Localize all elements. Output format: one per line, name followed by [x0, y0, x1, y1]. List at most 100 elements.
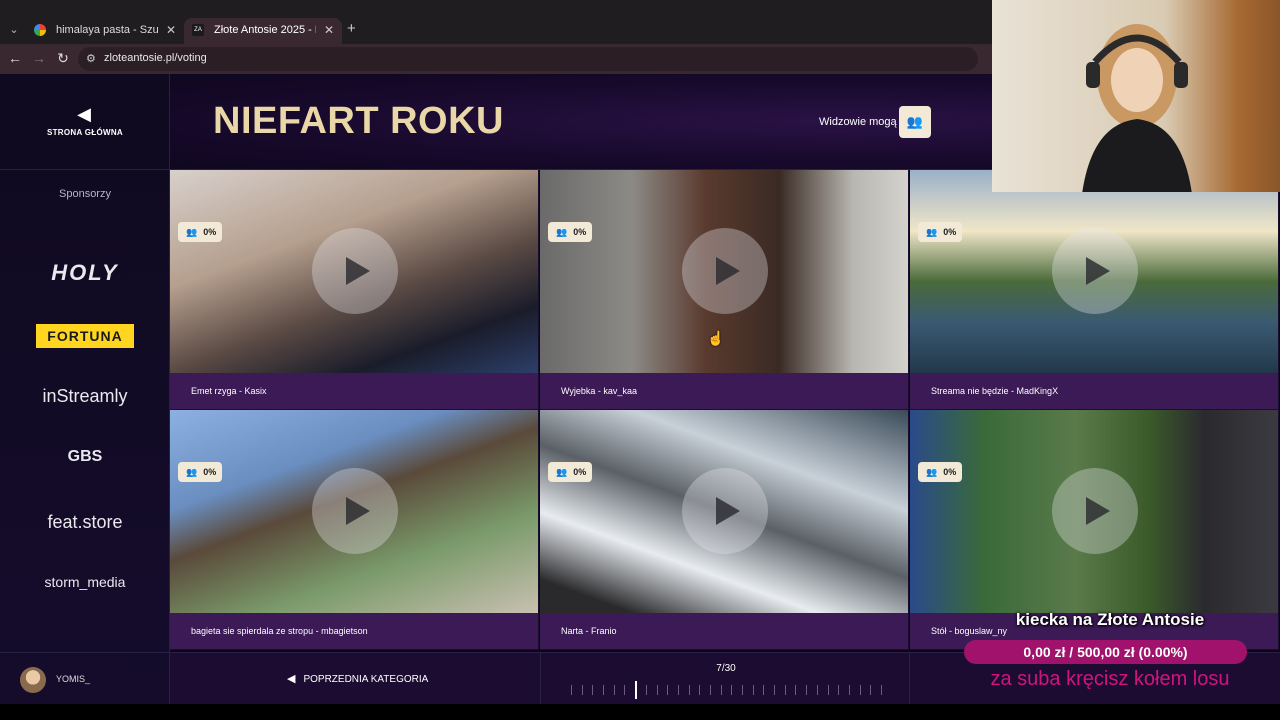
- tab-title: Złote Antosie 2025 - Największ: [214, 24, 316, 36]
- new-tab-plus-icon[interactable]: +: [347, 20, 356, 37]
- page-tick[interactable]: [699, 685, 700, 695]
- clip-card[interactable]: 👥 0% Narta - Franio: [540, 410, 909, 650]
- clip-title: Emet rzyga - Kasix: [170, 373, 538, 409]
- page-tick[interactable]: [667, 685, 668, 695]
- sponsor-featstore-logo[interactable]: feat.store: [0, 512, 170, 533]
- site-info-icon[interactable]: ⚙: [86, 52, 96, 65]
- forward-arrow-icon[interactable]: →: [30, 50, 48, 66]
- vote-percent-badge: 👥 0%: [918, 222, 962, 242]
- page-counter: 7/30: [716, 663, 736, 674]
- clip-card[interactable]: 👥 0% Streama nie będzie - MadKingX: [910, 170, 1279, 410]
- sponsor-stormmedia-logo[interactable]: storm_media: [0, 574, 170, 590]
- vote-percent-badge: 👥 0%: [178, 222, 222, 242]
- sponsor-instreamly-logo[interactable]: inStreamly: [0, 386, 170, 407]
- page-tick[interactable]: [592, 685, 593, 695]
- play-icon[interactable]: [1052, 228, 1138, 314]
- site-favicon-icon: ZA: [192, 24, 204, 36]
- browser-tab-zloteantosie[interactable]: ZA Złote Antosie 2025 - Największ ✕: [184, 18, 342, 44]
- users-icon: 👥: [926, 467, 938, 477]
- play-icon[interactable]: [682, 468, 768, 554]
- donation-progress-bar: 0,00 zł / 500,00 zł (0.00%): [964, 640, 1247, 664]
- page-tick[interactable]: [795, 685, 796, 695]
- page-tick[interactable]: [828, 685, 829, 695]
- page-tick[interactable]: [582, 685, 583, 695]
- previous-category-button[interactable]: ◀ POPRZEDNIA KATEGORIA: [287, 672, 428, 685]
- tab-title: himalaya pasta - Szukaj w Goog: [56, 24, 158, 36]
- users-icon: 👥: [556, 467, 568, 477]
- page-tick[interactable]: [689, 685, 690, 695]
- page-tick[interactable]: [721, 685, 722, 695]
- page-tick[interactable]: [731, 685, 732, 695]
- url-field[interactable]: ⚙ zloteantosie.pl/voting: [78, 47, 978, 71]
- users-icon: 👥: [186, 467, 198, 477]
- sidebar: ◀ STRONA GŁÓWNA Sponsorzy HOLY FORTUNA i…: [0, 74, 170, 704]
- browser-tab-google[interactable]: himalaya pasta - Szukaj w Goog ✕: [26, 18, 184, 44]
- sponsor-gbs-logo[interactable]: GBS: [0, 448, 170, 466]
- donation-subtitle: za suba kręcisz kołem losu: [990, 668, 1230, 690]
- viewers-users-icon[interactable]: 👥: [899, 106, 931, 138]
- clip-title: Wyjebka - kav_kaa: [540, 373, 908, 409]
- page-tick[interactable]: [624, 685, 625, 695]
- page-tick[interactable]: [774, 685, 775, 695]
- left-arrow-icon: ◀: [77, 104, 91, 124]
- clip-card[interactable]: 👥 0% Wyjebka - kav_kaa: [540, 170, 909, 410]
- users-icon: 👥: [556, 227, 568, 237]
- page-tick[interactable]: [881, 685, 882, 695]
- play-icon[interactable]: [312, 228, 398, 314]
- clip-title: bagieta sie spierdala ze stropu - mbagie…: [170, 613, 538, 649]
- left-arrow-icon: ◀: [287, 673, 296, 685]
- back-arrow-icon[interactable]: ←: [6, 50, 24, 66]
- users-icon: 👥: [186, 227, 198, 237]
- username: YOMIS_: [56, 674, 91, 684]
- users-icon: 👥: [926, 227, 938, 237]
- vote-percent-badge: 👥 0%: [548, 462, 592, 482]
- page-tick[interactable]: [646, 685, 647, 695]
- page-tick[interactable]: [571, 685, 572, 695]
- page-tick[interactable]: [849, 685, 850, 695]
- page-tick[interactable]: [753, 685, 754, 695]
- page-tick[interactable]: [710, 685, 711, 695]
- page-tick[interactable]: [635, 681, 637, 699]
- play-icon[interactable]: [1052, 468, 1138, 554]
- webcam-overlay: [992, 0, 1280, 192]
- page-tick[interactable]: [870, 685, 871, 695]
- page-tick[interactable]: [742, 685, 743, 695]
- page-tick[interactable]: [763, 685, 764, 695]
- avatar: [20, 667, 46, 693]
- page-tick[interactable]: [838, 685, 839, 695]
- page-tick[interactable]: [603, 685, 604, 695]
- clip-card[interactable]: 👥 0% Emet rzyga - Kasix: [170, 170, 539, 410]
- home-link[interactable]: ◀ STRONA GŁÓWNA: [0, 74, 170, 170]
- vote-percent-badge: 👥 0%: [178, 462, 222, 482]
- page-tick[interactable]: [817, 685, 818, 695]
- hand-cursor-icon: ☝: [707, 330, 725, 346]
- page-tick[interactable]: [678, 685, 679, 695]
- clip-title: Streama nie będzie - MadKingX: [910, 373, 1278, 409]
- category-pager: 7/30: [540, 653, 910, 705]
- play-icon[interactable]: [312, 468, 398, 554]
- close-tab-icon[interactable]: ✕: [166, 18, 176, 42]
- page-tick[interactable]: [614, 685, 615, 695]
- clip-card[interactable]: 👥 0% bagieta sie spierdala ze stropu - mb…: [170, 410, 539, 650]
- url-text: zloteantosie.pl/voting: [104, 52, 207, 64]
- user-profile[interactable]: YOMIS_: [0, 652, 170, 704]
- viewers-label: Widzowie mogą: [819, 116, 897, 128]
- play-icon[interactable]: [682, 228, 768, 314]
- sponsor-fortuna-logo[interactable]: FORTUNA: [36, 324, 134, 348]
- page-tick[interactable]: [785, 685, 786, 695]
- bottom-strip: [0, 704, 1280, 720]
- vote-percent-badge: 👥 0%: [918, 462, 962, 482]
- sponsors-title: Sponsorzy: [59, 188, 111, 200]
- page-tick[interactable]: [806, 685, 807, 695]
- page-tick[interactable]: [860, 685, 861, 695]
- clip-title: Narta - Franio: [540, 613, 908, 649]
- close-tab-icon[interactable]: ✕: [324, 18, 334, 42]
- page-title: NIEFART ROKU: [213, 100, 504, 142]
- page-ticks[interactable]: [571, 681, 882, 699]
- reload-icon[interactable]: ↻: [54, 50, 72, 67]
- sponsor-holy-logo[interactable]: HOLY: [0, 260, 170, 286]
- donation-goal-widget: kiecka na Złote Antosie 0,00 zł / 500,00…: [960, 606, 1280, 704]
- vote-percent-badge: 👥 0%: [548, 222, 592, 242]
- tab-search-chevron-icon[interactable]: ⌄: [6, 22, 22, 38]
- page-tick[interactable]: [657, 685, 658, 695]
